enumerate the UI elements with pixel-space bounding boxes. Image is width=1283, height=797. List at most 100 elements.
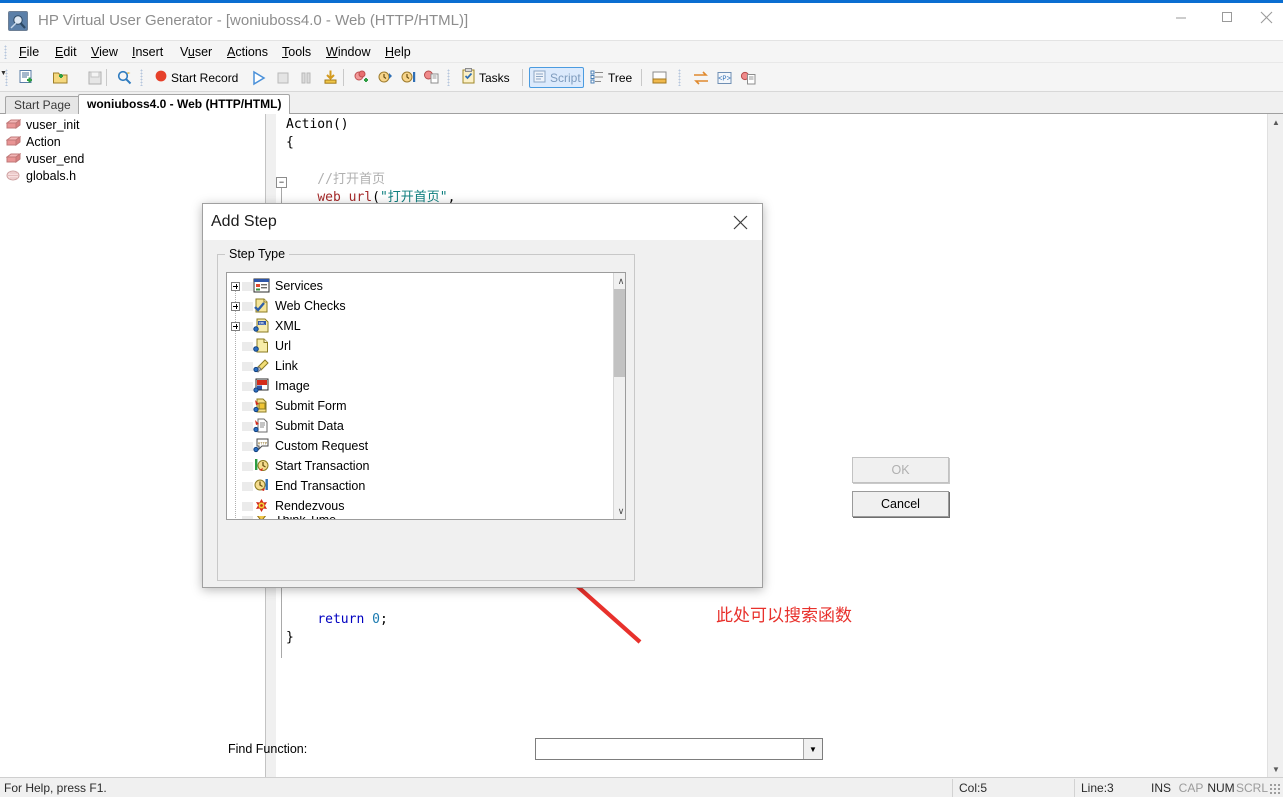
toolbar-grip-2 — [140, 69, 143, 86]
tab-start-page[interactable]: Start Page — [5, 96, 80, 114]
download-icon[interactable] — [320, 67, 341, 88]
tree-dots — [242, 461, 253, 471]
ok-button[interactable]: OK — [852, 457, 949, 483]
resize-grip-icon[interactable] — [1269, 783, 1281, 795]
tree-dots — [242, 341, 253, 351]
open-script-icon[interactable] — [50, 67, 71, 88]
header-file-icon — [6, 169, 21, 182]
submit-data-icon — [253, 418, 270, 434]
step-type-tree[interactable]: Services Web Checks XML XML Url Link Ima… — [226, 272, 626, 520]
step-into-icon[interactable] — [375, 67, 396, 88]
script-label: Script — [550, 70, 581, 85]
close-icon[interactable] — [1250, 0, 1283, 34]
action-block-icon — [5, 118, 22, 131]
minimize-icon[interactable] — [1158, 0, 1204, 34]
menu-view[interactable]: View — [84, 44, 125, 61]
scrollbar-thumb[interactable] — [614, 289, 625, 377]
status-indicator-scrl: SCRL — [1236, 781, 1269, 795]
step-type-submit-data[interactable]: Submit Data — [231, 416, 344, 436]
step-type-label: Image — [275, 379, 310, 393]
stop-icon — [273, 67, 293, 88]
parameter-icon[interactable] — [351, 67, 372, 88]
status-indicator-ins: INS — [1150, 781, 1171, 795]
snapshot-viewer-icon[interactable] — [738, 67, 759, 88]
step-type-label: Submit Form — [275, 399, 347, 413]
step-type-end-transaction[interactable]: End Transaction — [231, 476, 365, 496]
scroll-down-icon[interactable]: ▼ — [1268, 761, 1283, 777]
tree-dots — [242, 501, 253, 511]
output-window-icon[interactable] — [649, 67, 670, 88]
rendezvous-icon — [253, 498, 270, 514]
new-script-icon[interactable] — [16, 67, 37, 88]
tab-script[interactable]: Script — [529, 67, 584, 88]
status-indicator-num: NUM — [1207, 781, 1235, 795]
tree-label: Tree — [608, 70, 633, 85]
script-tree-item-vuser-end[interactable]: vuser_end — [5, 150, 84, 167]
scroll-up-icon[interactable]: ∧ — [614, 273, 625, 289]
step-type-web-checks[interactable]: Web Checks — [231, 296, 346, 316]
menu-grip — [4, 45, 7, 59]
step-type-custom-request[interactable]: HTTP Custom Request — [231, 436, 368, 456]
expand-icon[interactable] — [231, 281, 240, 291]
pause-icon — [296, 67, 316, 88]
step-out-icon[interactable] — [398, 67, 419, 88]
menu-window[interactable]: Window — [319, 44, 377, 61]
script-tree-item-globals-h[interactable]: globals.h — [6, 167, 76, 184]
step-type-services[interactable]: Services — [231, 276, 323, 296]
expand-icon[interactable] — [231, 301, 240, 311]
start-record-button[interactable]: Start Record — [152, 67, 240, 88]
menu-vuser[interactable]: Vuser — [173, 44, 219, 61]
scroll-up-icon[interactable]: ▲ — [1268, 114, 1283, 130]
url-icon — [253, 338, 270, 354]
step-type-xml[interactable]: XML XML — [231, 316, 301, 336]
tasks-label: Tasks — [479, 70, 510, 85]
step-type-think-time[interactable]: Think Time — [231, 516, 336, 519]
find-icon[interactable] — [114, 67, 135, 88]
code-line: return 0; — [317, 612, 388, 627]
tree-dots — [242, 421, 253, 431]
expand-icon[interactable] — [231, 321, 240, 331]
find-function-combobox[interactable]: ▼ — [535, 738, 823, 760]
toolbar-sep-3 — [522, 69, 523, 86]
maximize-icon[interactable] — [1204, 0, 1250, 34]
action-block-icon — [5, 152, 22, 165]
step-type-image[interactable]: Image — [231, 376, 310, 396]
code-vertical-scrollbar[interactable]: ▲ ▼ — [1267, 114, 1283, 777]
menu-tools[interactable]: Tools — [275, 44, 318, 61]
scroll-down-icon[interactable]: ∨ — [614, 503, 625, 519]
menu-file[interactable]: File — [12, 44, 46, 61]
step-type-rendezvous[interactable]: Rendezvous — [231, 496, 345, 516]
toolbar-sep-4 — [641, 69, 642, 86]
save-script-icon[interactable] — [85, 67, 105, 88]
cancel-button[interactable]: Cancel — [852, 491, 949, 517]
menu-insert[interactable]: Insert — [125, 44, 170, 61]
menu-help[interactable]: Help — [378, 44, 418, 61]
dialog-close-icon[interactable] — [725, 210, 755, 234]
chevron-down-icon[interactable]: ▼ — [803, 739, 822, 759]
snapshot-icon[interactable] — [421, 67, 442, 88]
tasks-button[interactable]: Tasks — [459, 67, 512, 88]
tab-tree[interactable]: Tree — [588, 67, 634, 88]
find-function-input[interactable] — [536, 739, 804, 759]
title-accent-line — [0, 0, 1283, 3]
step-type-submit-form[interactable]: Submit Form — [231, 396, 347, 416]
menu-actions[interactable]: Actions — [220, 44, 275, 61]
code-line: { — [286, 135, 294, 150]
status-bar: For Help, press F1. Col:5 Line:3 INS CAP… — [0, 777, 1283, 797]
swap-icon[interactable] — [690, 67, 712, 88]
step-type-start-transaction[interactable]: Start Transaction — [231, 456, 370, 476]
script-tree-item-vuser-init[interactable]: vuser_init — [5, 116, 80, 133]
script-tree-item-action[interactable]: Action — [5, 133, 61, 150]
tab-woniuboss-script[interactable]: woniuboss4.0 - Web (HTTP/HTML) — [78, 94, 291, 114]
svg-text:XML: XML — [259, 323, 265, 327]
protocol-icon[interactable]: <P> — [714, 67, 735, 88]
step-type-url[interactable]: Url — [231, 336, 291, 356]
step-type-scrollbar[interactable]: ∧ ∨ — [613, 273, 625, 519]
step-type-link[interactable]: Link — [231, 356, 298, 376]
record-icon — [154, 69, 168, 86]
tree-dots — [242, 401, 253, 411]
run-icon[interactable] — [248, 67, 270, 88]
menu-edit[interactable]: Edit — [48, 44, 84, 61]
tasks-icon — [461, 68, 476, 87]
dialog-title: Add Step — [211, 213, 277, 230]
